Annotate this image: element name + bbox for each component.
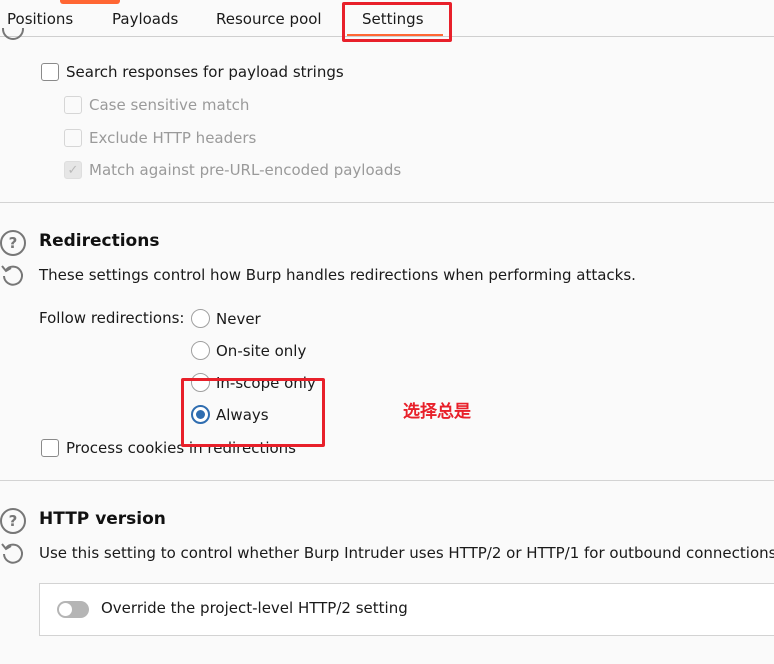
tab-payloads[interactable]: Payloads [112,10,178,28]
http-version-title: HTTP version [39,509,166,529]
annotation-text: 选择总是 [403,402,471,422]
radio-on-site-only[interactable]: On-site only [191,341,306,360]
radio-always[interactable]: Always [191,405,269,424]
match-pre-encoded-checkbox[interactable]: ✓ Match against pre-URL-encoded payloads [64,161,401,179]
tab-resource-pool[interactable]: Resource pool [216,10,322,28]
section-divider [0,480,774,481]
case-sensitive-checkbox[interactable]: Case sensitive match [64,96,249,114]
active-indicator [60,0,120,4]
tab-bar: Positions Payloads Resource pool Setting… [0,5,774,37]
redirections-title: Redirections [39,231,160,251]
active-tab-underline [347,34,443,36]
checkbox-label: Match against pre-URL-encoded payloads [89,161,402,179]
tab-settings[interactable]: Settings [362,10,424,28]
checkbox-label: Search responses for payload strings [66,63,344,81]
radio-circle[interactable] [191,405,210,424]
radio-circle[interactable] [191,309,210,328]
toggle-knob [59,603,72,616]
redirections-description: These settings control how Burp handles … [39,266,636,284]
help-icon[interactable] [2,28,26,44]
radio-never[interactable]: Never [191,309,261,328]
exclude-headers-checkbox[interactable]: Exclude HTTP headers [64,129,256,147]
help-icon[interactable]: ? [0,230,26,256]
override-panel: Override the project-level HTTP/2 settin… [39,583,774,636]
override-toggle-label: Override the project-level HTTP/2 settin… [101,599,408,617]
checkbox-label: Exclude HTTP headers [89,129,257,147]
radio-circle[interactable] [191,341,210,360]
search-responses-checkbox[interactable]: Search responses for payload strings [41,63,344,81]
tab-positions[interactable]: Positions [7,10,73,28]
radio-in-scope-only[interactable]: In-scope only [191,373,316,392]
radio-dot [196,410,205,419]
radio-label: Always [216,405,269,424]
checkbox-label: Process cookies in redirections [66,439,296,457]
section-divider [0,202,774,203]
checkbox-box[interactable] [64,96,82,114]
radio-label: Never [216,309,261,328]
http-version-description: Use this setting to control whether Burp… [39,544,774,562]
check-icon: ✓ [67,162,79,178]
checkbox-label: Case sensitive match [89,96,250,114]
radio-label: On-site only [216,341,307,360]
reset-icon[interactable] [0,262,26,288]
help-icon[interactable]: ? [0,508,26,534]
follow-redirections-label: Follow redirections: [39,309,185,327]
radio-circle[interactable] [191,373,210,392]
checkbox-box[interactable] [41,439,59,457]
checkbox-box[interactable] [41,63,59,81]
checkbox-box[interactable]: ✓ [64,161,82,179]
checkbox-box[interactable] [64,129,82,147]
process-cookies-checkbox[interactable]: Process cookies in redirections [41,439,296,457]
radio-label: In-scope only [216,373,316,392]
reset-icon[interactable] [0,540,26,566]
override-http2-toggle[interactable] [57,601,89,618]
